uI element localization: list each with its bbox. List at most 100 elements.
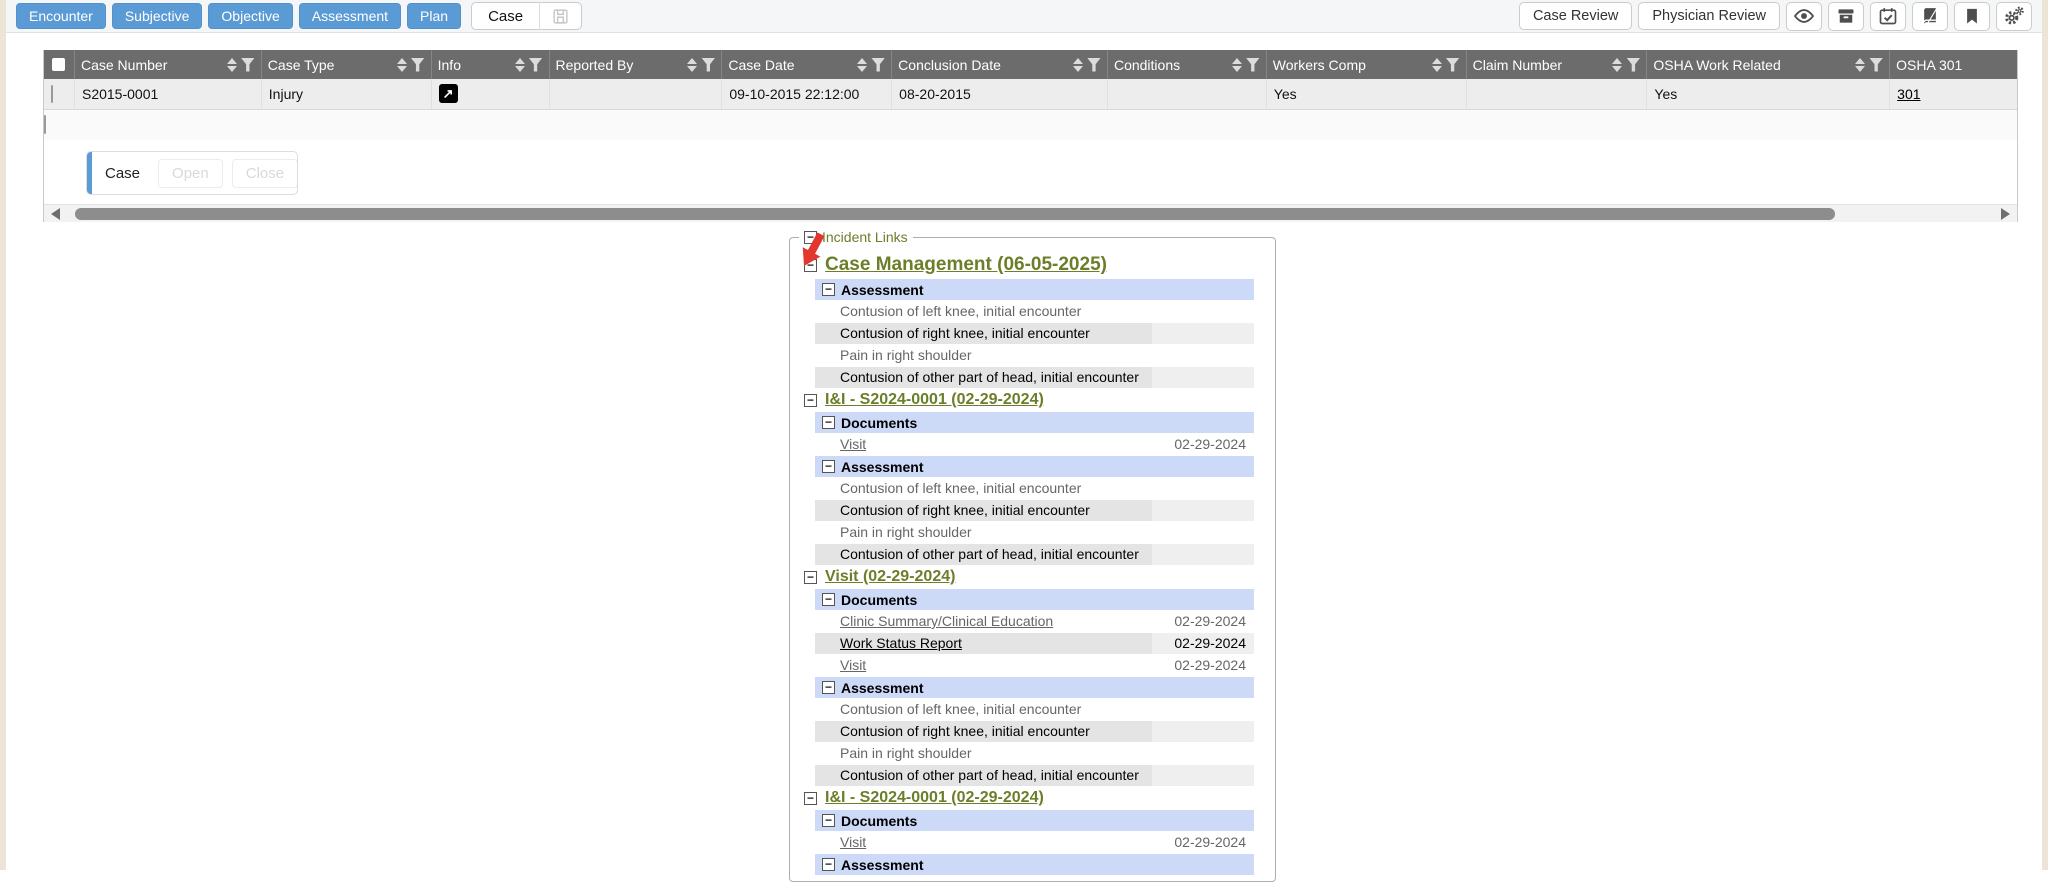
case-review-button[interactable]: Case Review <box>1519 2 1632 30</box>
header-osha-work-related: OSHA Work Related <box>1647 50 1890 79</box>
cell-info: ↗ <box>432 79 550 109</box>
table-new-row <box>44 110 2017 140</box>
book-button[interactable] <box>1912 2 1948 31</box>
ii-case-link[interactable]: I&I - S2024-0001 (02-29-2024) <box>825 391 1044 409</box>
collapse-icon[interactable]: − <box>822 416 835 429</box>
header-label: Case Date <box>728 57 853 73</box>
cell-conditions <box>1108 79 1267 109</box>
document-link[interactable]: Clinic Summary/Clinical Education <box>815 611 1152 632</box>
sort-icon[interactable] <box>397 58 407 72</box>
table-row[interactable]: S2015-0001 Injury ↗ 09-10-2015 22:12:00 … <box>44 79 2017 110</box>
select-all-checkbox[interactable] <box>52 58 65 71</box>
incident-links-title: Incident Links <box>822 229 908 245</box>
header-label: Claim Number <box>1473 57 1609 73</box>
cell-case-date: 09-10-2015 22:12:00 <box>722 79 892 109</box>
archive-button[interactable] <box>1828 2 1864 31</box>
select-all-header-cell <box>44 50 75 79</box>
encounter-button[interactable]: Encounter <box>16 3 106 29</box>
item-date <box>1152 478 1254 499</box>
document-link[interactable]: Visit <box>815 832 1152 853</box>
tree-item: Work Status Report02-29-2024 <box>815 633 1254 654</box>
tree-item: Contusion of other part of head, initial… <box>815 367 1254 388</box>
horizontal-scrollbar[interactable] <box>44 204 2017 222</box>
tree-item: Contusion of right knee, initial encount… <box>815 323 1254 344</box>
filter-icon[interactable] <box>1246 58 1260 72</box>
header-conditions: Conditions <box>1108 50 1267 79</box>
ii-case-link[interactable]: I&I - S2024-0001 (02-29-2024) <box>825 789 1044 807</box>
collapse-icon[interactable]: − <box>804 571 817 584</box>
sort-icon[interactable] <box>1432 58 1442 72</box>
sort-icon[interactable] <box>687 58 697 72</box>
filter-icon[interactable] <box>1087 58 1101 72</box>
sort-icon[interactable] <box>857 58 867 72</box>
row-select-cell <box>44 79 75 109</box>
filter-icon[interactable] <box>411 58 425 72</box>
objective-button[interactable]: Objective <box>208 3 292 29</box>
bookmark-button[interactable] <box>1954 2 1990 31</box>
filter-icon[interactable] <box>1626 58 1640 72</box>
filter-icon[interactable] <box>1869 58 1883 72</box>
sort-icon[interactable] <box>1073 58 1083 72</box>
collapse-icon[interactable]: − <box>822 814 835 827</box>
settings-button[interactable] <box>1996 2 2032 31</box>
scroll-left-arrow[interactable] <box>51 208 60 220</box>
new-row-checkbox[interactable] <box>44 115 46 134</box>
filter-icon[interactable] <box>529 58 543 72</box>
document-link[interactable]: Visit <box>815 655 1152 676</box>
open-case-button[interactable]: Open <box>158 159 223 188</box>
plan-button[interactable]: Plan <box>407 3 461 29</box>
assessment-button[interactable]: Assessment <box>299 3 401 29</box>
header-label: Reported By <box>556 57 684 73</box>
filter-icon[interactable] <box>701 58 715 72</box>
item-date <box>1152 301 1254 322</box>
group-header-label: Documents <box>841 592 917 608</box>
sort-icon[interactable] <box>1855 58 1865 72</box>
collapse-icon[interactable]: − <box>804 394 817 407</box>
header-label: Conclusion Date <box>898 57 1069 73</box>
external-link-icon[interactable]: ↗ <box>439 84 458 103</box>
tree-section-heading: − Visit (02-29-2024) <box>804 568 1275 586</box>
item-label: Pain in right shoulder <box>815 345 1152 366</box>
save-button[interactable] <box>540 8 581 25</box>
document-link[interactable]: Visit <box>815 434 1152 455</box>
visit-link[interactable]: Visit (02-29-2024) <box>825 568 955 586</box>
item-date <box>1152 500 1254 521</box>
tree-item: Visit02-29-2024 <box>815 832 1254 853</box>
collapse-icon[interactable]: − <box>804 792 817 805</box>
case-management-link[interactable]: Case Management (06-05-2025) <box>825 254 1107 276</box>
case-table: Case Number Case Type Info Reported By C… <box>43 50 2018 222</box>
tree-item: Visit02-29-2024 <box>815 655 1254 676</box>
osha-301-link[interactable]: 301 <box>1897 86 1920 102</box>
tree-item: Visit02-29-2024 <box>815 434 1254 455</box>
collapse-icon[interactable]: − <box>822 858 835 871</box>
close-case-button[interactable]: Close <box>232 159 298 188</box>
filter-icon[interactable] <box>241 58 255 72</box>
scroll-right-arrow[interactable] <box>2001 208 2010 220</box>
cell-claim-number <box>1467 79 1648 109</box>
sort-icon[interactable] <box>227 58 237 72</box>
subjective-button[interactable]: Subjective <box>112 3 203 29</box>
row-checkbox[interactable] <box>51 85 53 103</box>
tree-group-header: − Documents <box>815 810 1254 831</box>
tab-case[interactable]: Case <box>472 8 539 25</box>
calendar-check-button[interactable] <box>1870 2 1906 31</box>
filter-icon[interactable] <box>871 58 885 72</box>
sort-icon[interactable] <box>515 58 525 72</box>
filter-icon[interactable] <box>1446 58 1460 72</box>
annotation-arrow <box>795 231 829 271</box>
tree-group-header: − Documents <box>815 412 1254 433</box>
tree-item: Contusion of other part of head, initial… <box>815 765 1254 786</box>
collapse-icon[interactable]: − <box>822 283 835 296</box>
collapse-icon[interactable]: − <box>822 593 835 606</box>
header-label: Case Number <box>81 57 223 73</box>
eye-button[interactable] <box>1786 2 1822 31</box>
tree-group-header: − Assessment <box>815 279 1254 300</box>
collapse-icon[interactable]: − <box>822 460 835 473</box>
collapse-icon[interactable]: − <box>822 681 835 694</box>
document-link[interactable]: Work Status Report <box>815 633 1152 654</box>
sort-icon[interactable] <box>1612 58 1622 72</box>
tree-item: Clinic Summary/Clinical Education02-29-2… <box>815 611 1254 632</box>
sort-icon[interactable] <box>1232 58 1242 72</box>
physician-review-button[interactable]: Physician Review <box>1638 2 1780 30</box>
scrollbar-thumb[interactable] <box>75 208 1835 220</box>
